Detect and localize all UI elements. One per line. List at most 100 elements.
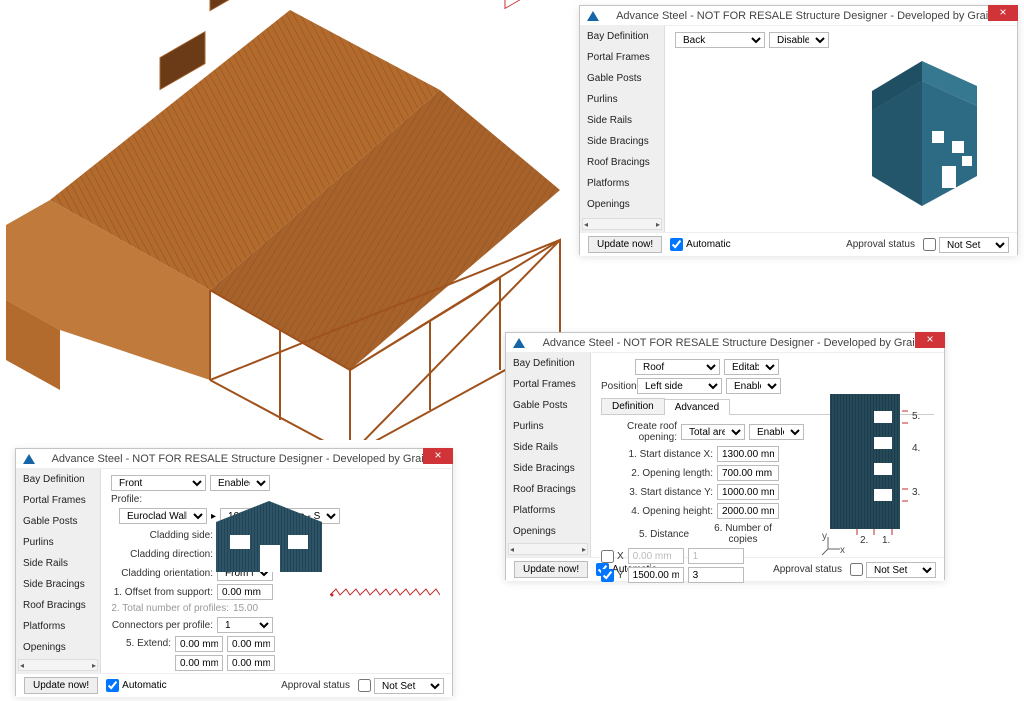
x-copies-input[interactable] [688,548,744,564]
approval-status-select[interactable]: Not Set [923,237,1009,253]
length-input[interactable] [717,465,779,481]
sidebar-item-side-rails[interactable]: Side Rails [16,553,100,574]
extend-label: 5. Extend: [111,638,171,649]
sidebar-scrollbar[interactable]: ◂▸ [582,218,662,230]
extend-3-input[interactable] [175,655,223,671]
sidebar-item-purlins[interactable]: Purlins [580,89,664,110]
svg-text:x: x [840,545,845,556]
position-label: Position: [601,381,633,392]
profile-category-select[interactable]: Euroclad Wall Cladding [119,508,207,524]
sidebar-item-openings[interactable]: Openings [16,637,100,658]
titlebar: Advance Steel - NOT FOR RESALE Structure… [16,449,452,469]
sidebar-item-portal-frames[interactable]: Portal Frames [16,490,100,511]
tab-definition[interactable]: Definition [601,398,665,414]
extend-4-input[interactable] [227,655,275,671]
position-side-select[interactable]: Left side [637,378,722,394]
sidebar-item-platforms[interactable]: Platforms [580,173,664,194]
connectors-label: Connectors per profile: [111,620,213,631]
update-now-button[interactable]: Update now! [514,561,588,578]
distance-header: 5. Distance [629,529,699,540]
svg-text:1.: 1. [882,535,890,546]
building-preview [857,56,997,209]
sidebar-item-portal-frames[interactable]: Portal Frames [580,47,664,68]
start-x-input[interactable] [717,446,779,462]
sidebar-item-roof-bracings[interactable]: Roof Bracings [506,479,590,500]
sidebar-item-side-rails[interactable]: Side Rails [506,437,590,458]
x-distance-input[interactable] [628,548,684,564]
extend-2-input[interactable] [227,636,275,652]
sidebar-item-gable-posts[interactable]: Gable Posts [16,511,100,532]
state-select[interactable]: Editable [724,359,779,375]
tab-advanced[interactable]: Advanced [664,399,730,415]
approval-label: Approval status [281,680,350,691]
app-logo-icon [510,334,528,352]
app-logo-icon [584,7,602,25]
state-select[interactable]: Disabled [769,32,829,48]
sidebar-item-gable-posts[interactable]: Gable Posts [506,395,590,416]
start-y-input[interactable] [717,484,779,500]
copies-header: 6. Number of copies [703,523,783,545]
height-input[interactable] [717,503,779,519]
side-select[interactable]: Front [111,475,206,491]
side-select[interactable]: Roof [635,359,720,375]
category-sidebar: Bay DefinitionPortal FramesGable PostsPu… [580,26,665,232]
approval-status-select[interactable]: Not Set [358,678,444,694]
sidebar-item-bay-definition[interactable]: Bay Definition [506,353,590,374]
profile-wave-preview [330,587,440,597]
panel: Back Disabled [665,26,1017,232]
sidebar-item-openings[interactable]: Openings [506,521,590,542]
svg-text:2.: 2. [860,535,868,546]
automatic-checkbox[interactable]: Automatic [106,679,166,692]
category-sidebar: Bay DefinitionPortal FramesGable PostsPu… [506,353,591,557]
category-sidebar: Bay DefinitionPortal FramesGable PostsPu… [16,469,101,673]
structure-designer-dialog-roof: Advance Steel - NOT FOR RESALE Structure… [505,332,945,580]
sidebar-item-roof-bracings[interactable]: Roof Bracings [580,152,664,173]
panel: Roof Editable Position: Left side Enable… [591,353,944,557]
sidebar-item-side-bracings[interactable]: Side Bracings [506,458,590,479]
sidebar-item-purlins[interactable]: Purlins [506,416,590,437]
sidebar-item-portal-frames[interactable]: Portal Frames [506,374,590,395]
svg-text:5.: 5. [912,411,920,422]
y-copies-input[interactable] [688,567,744,583]
cladding-orientation-label: Cladding orientation: [111,568,213,579]
close-button[interactable]: × [915,332,945,348]
start-y-label: 3. Start distance Y: [601,487,713,498]
sidebar-item-side-bracings[interactable]: Side Bracings [16,574,100,595]
create-opening-select[interactable]: Total area [681,424,745,440]
axis-x-checkbox[interactable]: X [601,550,624,563]
structure-designer-dialog-back: Advance Steel - NOT FOR RESALE Structure… [579,5,1018,255]
start-x-label: 1. Start distance X: [601,449,713,460]
total-profiles-label: 2. Total number of profiles: [111,603,229,614]
sidebar-item-bay-definition[interactable]: Bay Definition [16,469,100,490]
update-now-button[interactable]: Update now! [588,236,662,253]
sidebar-item-gable-posts[interactable]: Gable Posts [580,68,664,89]
sidebar-scrollbar[interactable]: ◂▸ [508,543,588,555]
close-button[interactable]: × [423,448,453,464]
svg-text:y: y [822,531,827,542]
sidebar-item-side-rails[interactable]: Side Rails [580,110,664,131]
create-opening-state-select[interactable]: Enabled [749,424,804,440]
axis-y-checkbox[interactable]: Y [601,569,624,582]
cladding-side-label: Cladding side: [111,530,213,541]
svg-text:3.: 3. [912,487,920,498]
sidebar-item-platforms[interactable]: Platforms [16,616,100,637]
state-select[interactable]: Enabled [210,475,270,491]
sidebar-scrollbar[interactable]: ◂▸ [18,659,98,671]
sidebar-item-side-bracings[interactable]: Side Bracings [580,131,664,152]
sidebar-item-roof-bracings[interactable]: Roof Bracings [16,595,100,616]
approval-label: Approval status [846,239,915,250]
sidebar-item-bay-definition[interactable]: Bay Definition [580,26,664,47]
connectors-select[interactable]: 1 [217,617,273,633]
update-now-button[interactable]: Update now! [24,677,98,694]
position-state-select[interactable]: Enabled [726,378,781,394]
sidebar-item-platforms[interactable]: Platforms [506,500,590,521]
sidebar-item-openings[interactable]: Openings [580,194,664,215]
side-select[interactable]: Back [675,32,765,48]
y-distance-input[interactable] [628,567,684,583]
sidebar-item-purlins[interactable]: Purlins [16,532,100,553]
close-button[interactable]: × [988,5,1018,21]
roof-openings-preview: 5. 4. 3. 2. 1. y x [822,389,932,562]
extend-1-input[interactable] [175,636,223,652]
automatic-checkbox[interactable]: Automatic [670,238,730,251]
window-title: Advance Steel - NOT FOR RESALE Structure… [528,337,944,349]
